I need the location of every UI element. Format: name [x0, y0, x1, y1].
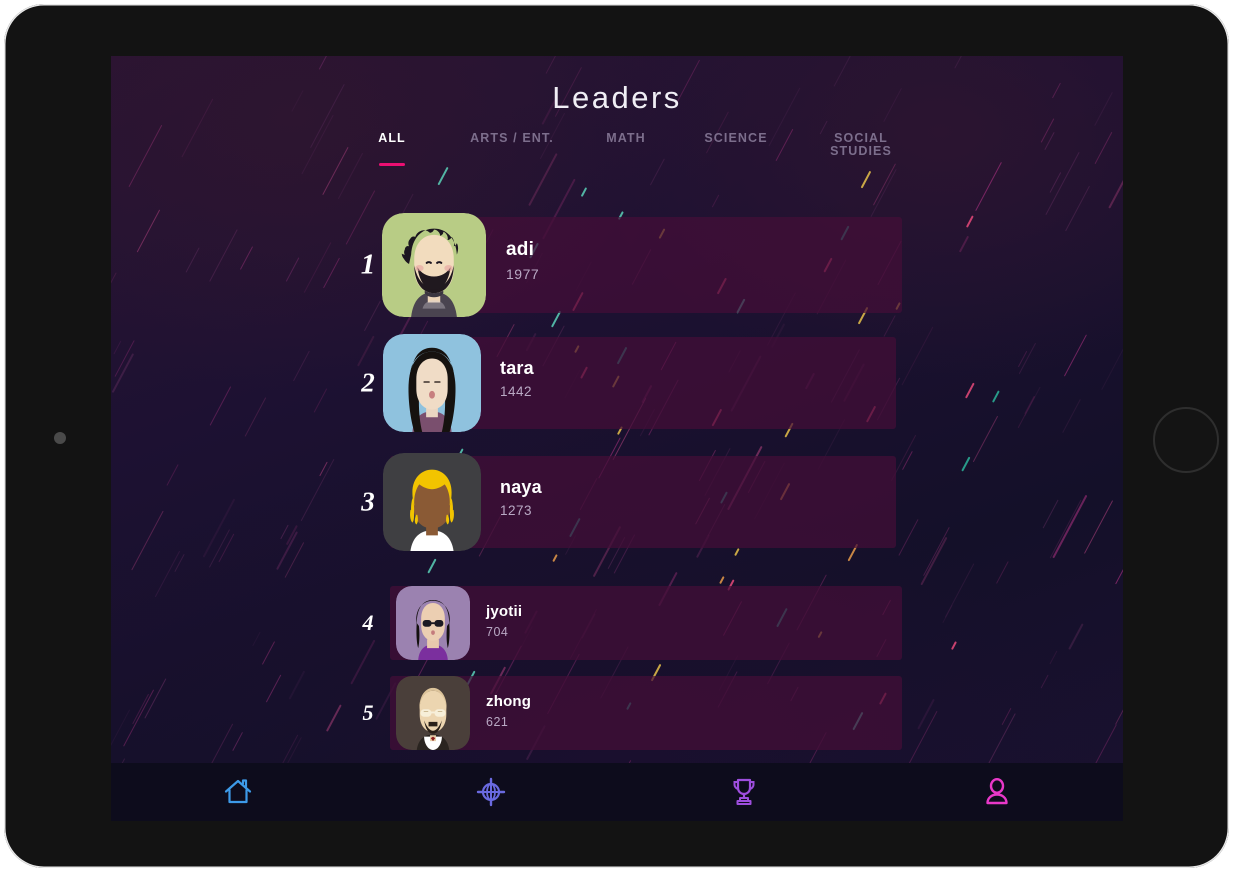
category-tabs: ALL ARTS / ENT. MATH SCIENCE SOCIAL STUD…: [361, 132, 931, 178]
leader-name: naya: [500, 477, 542, 497]
tab-all-label: ALL: [378, 131, 406, 145]
leader-card[interactable]: zhong 621: [390, 676, 902, 750]
leaderboard-list[interactable]: 1 adi 1977 2 tara 1442 3 naya 1273 4 jyo…: [111, 211, 1123, 763]
profile-icon: [981, 776, 1013, 808]
app-screen: Leaders ALL ARTS / ENT. MATH SCIENCE SOC…: [111, 56, 1123, 821]
tab-active-underline: [379, 163, 405, 166]
avatar-zhong: [396, 676, 470, 750]
tab-arts-ent-label: ARTS / ENT.: [470, 131, 554, 145]
nav-discover[interactable]: [364, 776, 617, 808]
trophy-icon: [728, 776, 760, 808]
leader-card[interactable]: jyotii 704: [390, 586, 902, 660]
tablet-device: Leaders ALL ARTS / ENT. MATH SCIENCE SOC…: [4, 4, 1229, 868]
home-button[interactable]: [1153, 407, 1219, 473]
tab-social-studies[interactable]: SOCIAL STUDIES: [811, 132, 911, 158]
leader-name: tara: [500, 358, 534, 378]
tab-math[interactable]: MATH: [591, 132, 661, 145]
leader-score: 621: [486, 715, 509, 729]
leader-score: 1442: [500, 384, 533, 399]
tab-all[interactable]: ALL: [361, 131, 423, 166]
leader-score: 704: [486, 625, 509, 639]
front-camera-icon: [54, 432, 66, 444]
tab-science-label: SCIENCE: [704, 131, 768, 145]
leader-name: zhong: [486, 693, 532, 710]
leader-card[interactable]: adi 1977: [382, 213, 902, 317]
leader-name: adi: [506, 239, 535, 260]
rank-number: 2: [361, 367, 375, 398]
bottom-navigation-bar: [111, 763, 1123, 821]
leader-card[interactable]: tara 1442: [383, 334, 896, 432]
target-icon: [475, 776, 507, 808]
home-icon: [222, 776, 254, 808]
rank-number: 5: [362, 700, 374, 725]
leader-score: 1273: [500, 503, 533, 518]
rank-number: 1: [360, 248, 376, 281]
tab-arts-ent[interactable]: ARTS / ENT.: [457, 132, 567, 145]
nav-leaderboard[interactable]: [617, 776, 870, 808]
rank-number: 3: [361, 486, 375, 517]
nav-home[interactable]: [111, 776, 364, 808]
avatar-tara: [383, 334, 481, 432]
tab-math-label: MATH: [606, 131, 646, 145]
avatar-naya: [383, 453, 481, 551]
avatar-jyotii: [396, 586, 470, 660]
leader-score: 1977: [506, 266, 540, 282]
rank-number: 4: [362, 610, 374, 635]
tab-science[interactable]: SCIENCE: [691, 132, 781, 145]
leader-name: jyotii: [486, 603, 523, 620]
page-title: Leaders: [552, 80, 682, 115]
avatar-adi: [382, 213, 486, 317]
nav-profile[interactable]: [870, 776, 1123, 808]
tab-social-studies-label: SOCIAL STUDIES: [830, 131, 892, 158]
leader-card[interactable]: naya 1273: [383, 453, 896, 551]
